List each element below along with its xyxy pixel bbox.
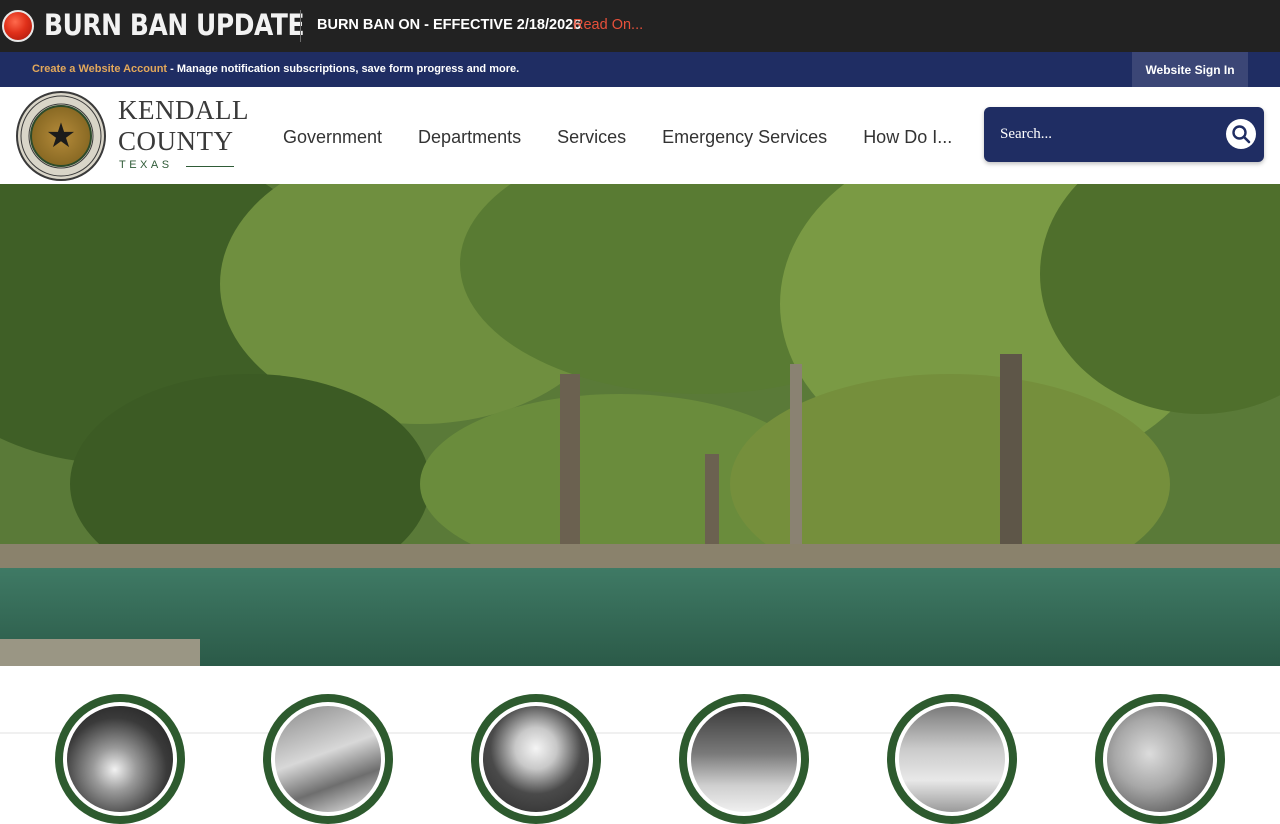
account-description: - Manage notification subscriptions, sav… bbox=[167, 63, 520, 75]
search-input[interactable] bbox=[1000, 123, 1210, 145]
magnifier-documents-icon bbox=[691, 706, 797, 812]
alert-dot-icon bbox=[2, 10, 34, 42]
chairs-notebook-icon bbox=[275, 706, 381, 812]
alert-message: BURN BAN ON - EFFECTIVE 2/18/2026 bbox=[317, 17, 582, 33]
brand-line-2[interactable]: COUNTY bbox=[118, 126, 234, 157]
main-nav: Government Departments Services Emergenc… bbox=[283, 127, 988, 148]
alert-divider bbox=[300, 10, 301, 42]
nav-item-emergency-services[interactable]: Emergency Services bbox=[662, 127, 827, 148]
search-icon bbox=[1232, 125, 1251, 144]
quick-link-fire[interactable] bbox=[55, 694, 185, 824]
quick-links-divider bbox=[0, 732, 1280, 734]
county-seal-logo[interactable]: ★ bbox=[16, 91, 106, 181]
alert-bar: BURN BAN UPDATE BURN BAN ON - EFFECTIVE … bbox=[0, 0, 1280, 52]
brand-line-1[interactable]: KENDALL bbox=[118, 95, 249, 126]
quick-link-megaphone[interactable] bbox=[471, 694, 601, 824]
hero-river-image bbox=[0, 184, 1280, 666]
account-text: Create a Website Account - Manage notifi… bbox=[32, 63, 519, 75]
quick-links bbox=[0, 666, 1280, 824]
nav-item-departments[interactable]: Departments bbox=[418, 127, 521, 148]
alert-title[interactable]: BURN BAN UPDATE bbox=[44, 8, 305, 42]
vote-flag-icon bbox=[899, 706, 1005, 812]
nav-item-how-do-i[interactable]: How Do I... bbox=[863, 127, 952, 148]
quick-link-approved[interactable] bbox=[1095, 694, 1225, 824]
nav-item-services[interactable]: Services bbox=[557, 127, 626, 148]
brand-underline bbox=[186, 166, 234, 167]
star-icon: ★ bbox=[45, 117, 77, 155]
megaphone-icon bbox=[483, 706, 589, 812]
quick-link-magnifier[interactable] bbox=[679, 694, 809, 824]
nav-item-government[interactable]: Government bbox=[283, 127, 382, 148]
search-box bbox=[984, 107, 1264, 162]
brand-state: TEXAS bbox=[119, 159, 173, 171]
website-sign-in-button[interactable]: Website Sign In bbox=[1132, 52, 1248, 87]
quick-link-vote[interactable] bbox=[887, 694, 1017, 824]
quick-link-chairs[interactable] bbox=[263, 694, 393, 824]
account-bar: Create a Website Account - Manage notifi… bbox=[0, 52, 1280, 87]
fire-icon bbox=[67, 706, 173, 812]
alert-read-on-link[interactable]: Read On... bbox=[573, 17, 643, 33]
create-account-link[interactable]: Create a Website Account bbox=[32, 63, 167, 75]
site-header: ★ KENDALL COUNTY TEXAS Government Depart… bbox=[0, 87, 1280, 184]
approved-stamp-icon bbox=[1107, 706, 1213, 812]
search-button[interactable] bbox=[1226, 119, 1256, 149]
